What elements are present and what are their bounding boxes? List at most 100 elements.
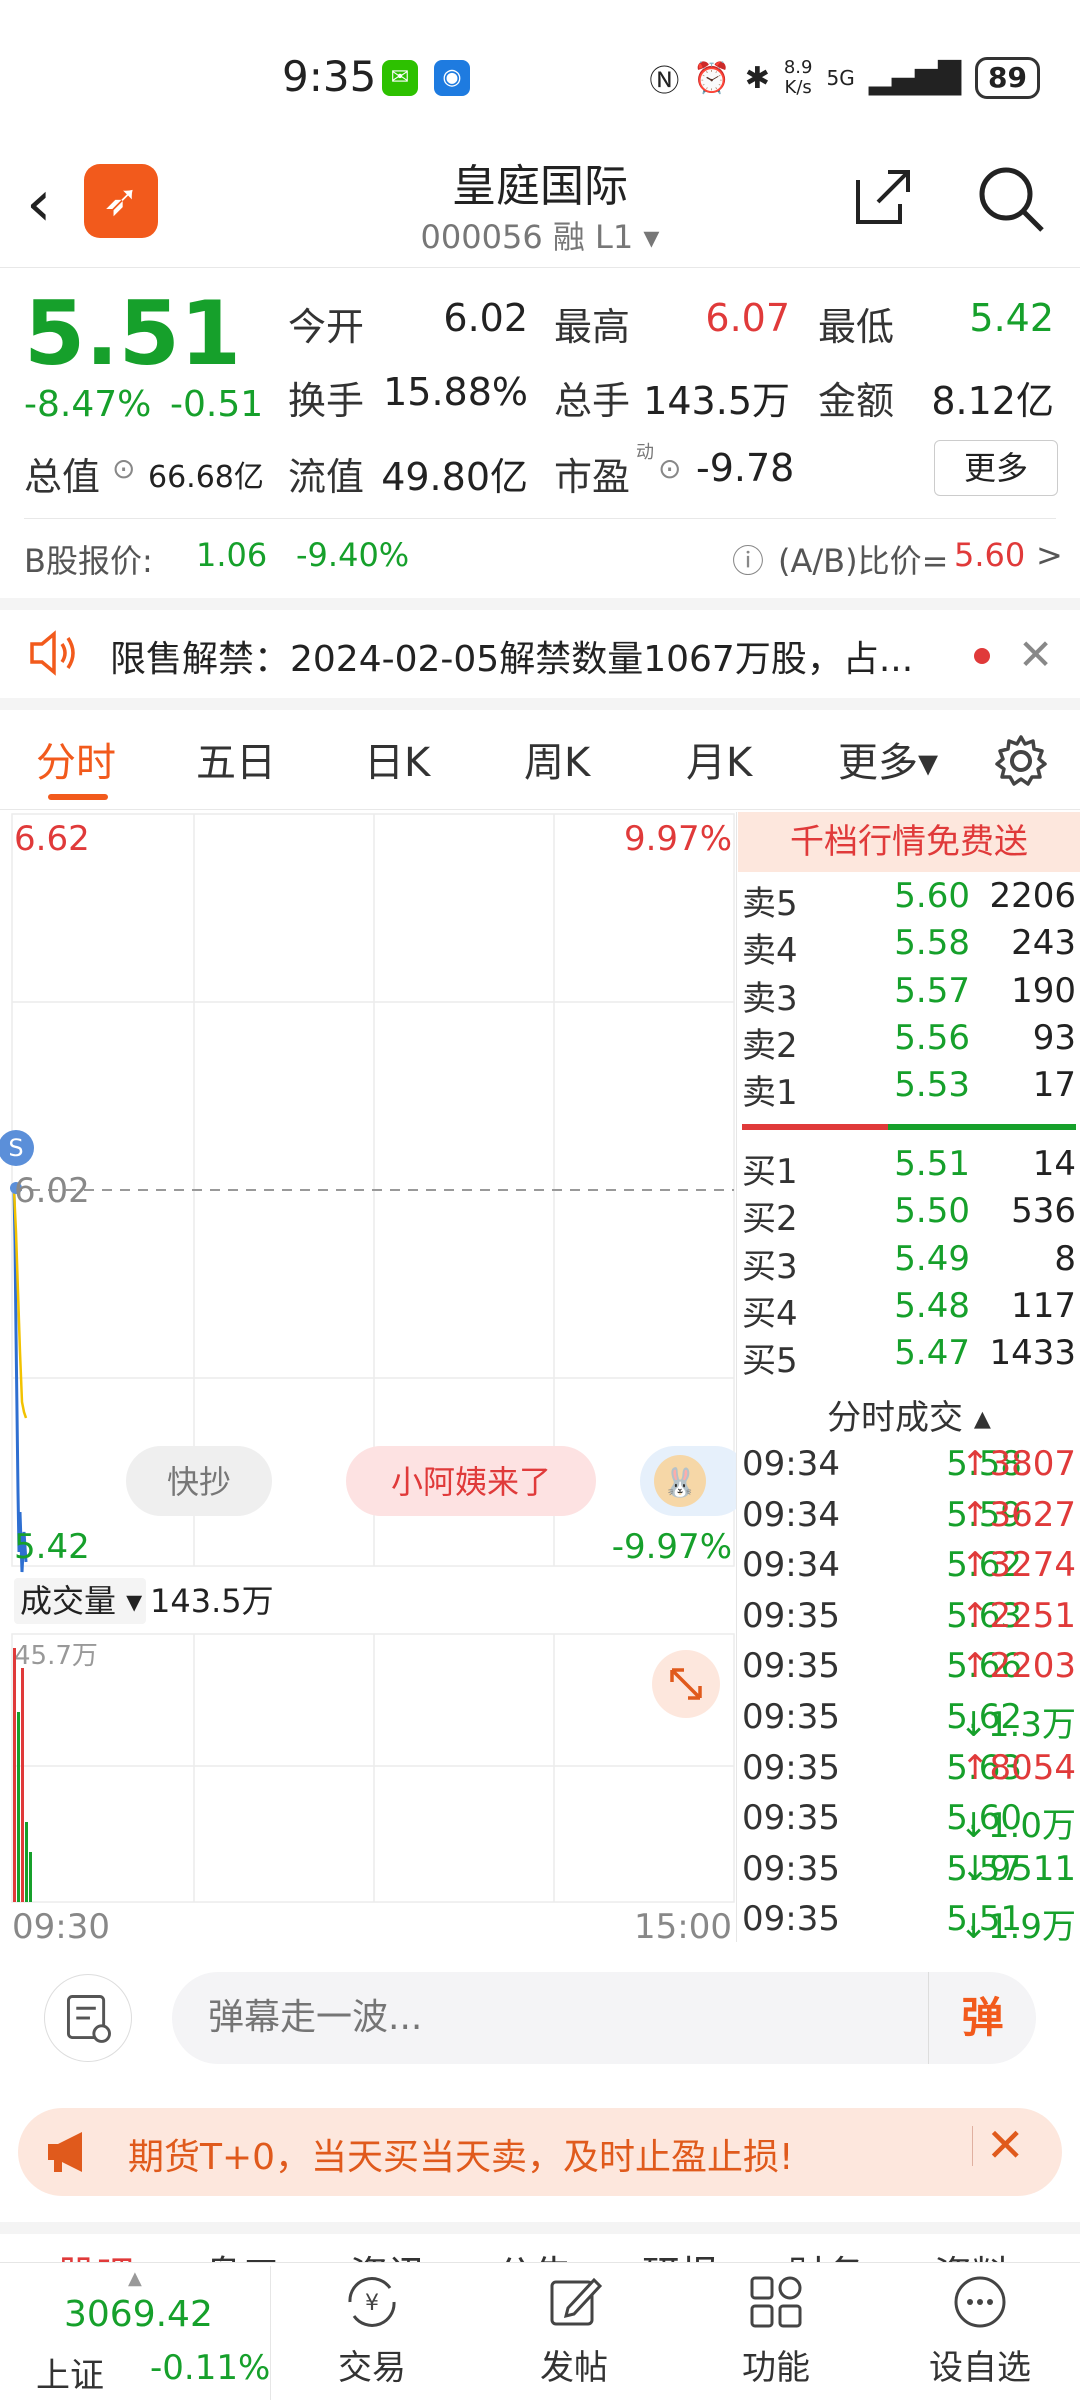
bid-pressure-bar (888, 1124, 1076, 1130)
help-icon[interactable]: ⓘ (732, 536, 764, 582)
bid-row[interactable]: 买2 5.50 536 (742, 1191, 1076, 1239)
tab-intraday[interactable]: 分时 (36, 730, 116, 788)
chart-grid (11, 813, 735, 1903)
orderbook-promo[interactable]: 千档行情免费送 (738, 812, 1080, 872)
tick-row: 09:35 5.63 ↑8054 (742, 1748, 1076, 1798)
bid-volume: 14 (1032, 1144, 1076, 1184)
gear-icon[interactable] (994, 734, 1048, 788)
ask-row[interactable]: 卖3 5.57 190 (742, 971, 1076, 1019)
tick-time: 09:35 (742, 1798, 840, 1839)
chart-bottom-pct: -9.97% (612, 1527, 732, 1567)
mktcap-value: 66.68亿 (148, 460, 264, 495)
nav-add-watchlist-label: 设自选 (929, 2348, 1031, 2388)
nfc-icon: Ⓝ (649, 64, 680, 99)
volume-bar (29, 1852, 32, 1902)
tick-row: 09:35 5.66 ↑2203 (742, 1646, 1076, 1696)
tab-weekly-k[interactable]: 周K (524, 730, 590, 788)
index-value[interactable]: 3069.42 (64, 2294, 213, 2335)
status-time: 9:35 (282, 52, 377, 101)
ask-row[interactable]: 卖1 5.53 17 (742, 1065, 1076, 1113)
more-dots-icon (954, 2276, 1006, 2328)
trade-icon: ¥ (348, 2277, 396, 2327)
volume-bar (21, 1668, 24, 1902)
time-start: 09:30 (12, 1907, 110, 1942)
search-icon[interactable] (976, 164, 1046, 234)
open-label: 今开 (288, 305, 365, 349)
status-icons: Ⓝ ⏰ ✱ 8.9 K/s 5G ▂▄▆█ 89 (649, 56, 1040, 100)
low-label: 最低 (818, 305, 895, 349)
bluetooth-icon: ✱ (744, 60, 770, 96)
subtab-research[interactable]: 研报 (642, 2244, 718, 2262)
chevron-right-icon[interactable]: > (1036, 536, 1063, 574)
bid-volume: 117 (1011, 1285, 1076, 1326)
ask-volume: 2206 (989, 876, 1076, 916)
stock-code[interactable]: 000056 融 L1 ▾ (0, 212, 1080, 258)
danmaku-settings-icon[interactable] (44, 1974, 132, 2062)
close-icon[interactable]: ✕ (1018, 630, 1053, 679)
index-change[interactable]: -0.11% (150, 2348, 270, 2388)
chart-top-price: 6.62 (14, 819, 90, 859)
high-value: 6.07 (705, 296, 790, 340)
ask-row[interactable]: 卖2 5.56 93 (742, 1018, 1076, 1066)
chart-top-pct: 9.97% (624, 819, 732, 859)
bid-price: 5.48 (894, 1285, 970, 1326)
bid-row[interactable]: 买5 5.47 1433 (742, 1333, 1076, 1381)
index-name[interactable]: 上证 (36, 2348, 104, 2397)
float-label: 流值 (288, 455, 365, 499)
change-value: -0.51 (170, 384, 264, 425)
bid-row[interactable]: 买1 5.51 14 (742, 1144, 1076, 1192)
info-icon[interactable]: ⊙ (112, 452, 135, 485)
tab-monthly-k[interactable]: 月K (686, 730, 752, 788)
subtab-announcements[interactable]: 公告 (496, 2244, 572, 2262)
tab-5day[interactable]: 五日 (196, 730, 276, 788)
tab-daily-k[interactable]: 日K (364, 730, 430, 788)
promo-text[interactable]: 期货T+0，当天买当天卖，及时止盈止损! (128, 2128, 794, 2180)
ask-price: 5.57 (894, 970, 970, 1011)
tick-row: 09:34 5.58 ↑3807 (742, 1444, 1076, 1494)
alarm-icon: ⏰ (693, 60, 731, 96)
subtab-finance[interactable]: 财务 (788, 2244, 864, 2262)
danmaku-send-button[interactable]: 弹 (928, 1972, 1036, 2064)
signal-icon: ▂▄▆█ (868, 60, 962, 96)
tick-time: 09:34 (742, 1494, 840, 1535)
tick-time: 09:35 (742, 1646, 840, 1687)
promo-close-icon[interactable]: ✕ (986, 2118, 1025, 2172)
ticks-header[interactable]: 分时成交 ▴ (742, 1390, 1076, 1439)
bid-volume: 536 (1011, 1191, 1076, 1232)
nav-trade-label: 交易 (338, 2348, 406, 2388)
more-button[interactable]: 更多 (934, 440, 1058, 496)
ab-ratio-value[interactable]: 5.60 (954, 536, 1025, 574)
nav-add-watchlist[interactable]: 设自选 (900, 2272, 1060, 2389)
tick-time: 09:35 (742, 1848, 840, 1889)
ab-ratio-label[interactable]: (A/B)比价= (778, 536, 948, 582)
signal-label: 5G (826, 66, 855, 90)
nav-divider (270, 2266, 271, 2400)
share-icon[interactable] (852, 166, 914, 228)
bshare-label: B股报价: (24, 542, 153, 580)
nav-trade[interactable]: ¥ 交易 (292, 2272, 452, 2389)
low-value: 5.42 (969, 296, 1054, 340)
subtab-news[interactable]: 资讯 (350, 2244, 426, 2262)
ask-row[interactable]: 卖4 5.58 243 (742, 923, 1076, 971)
danmaku-input[interactable] (172, 1972, 1036, 2064)
ask-row[interactable]: 卖5 5.60 2206 (742, 876, 1076, 924)
net-speed: 8.9 K/s (783, 57, 813, 98)
bshare-change: -9.40% (296, 536, 410, 574)
nav-functions[interactable]: 功能 (696, 2272, 856, 2389)
intraday-chart[interactable]: S 6.62 9.97% 6.02 5.42 -9.97% 快抄 小阿姨来了 🐰… (0, 812, 736, 1942)
subtab-forum[interactable]: 股吧 (58, 2244, 134, 2262)
bid-row[interactable]: 买4 5.48 117 (742, 1286, 1076, 1334)
tick-row: 09:34 5.62 ↑3274 (742, 1545, 1076, 1595)
subtab-profile[interactable]: 资料 (934, 2244, 1010, 2262)
pe-label: 市盈 (554, 455, 631, 499)
stock-name: 皇庭国际 (452, 161, 628, 212)
info-icon[interactable]: ⊙ (658, 452, 681, 485)
turnover-value: 15.88% (383, 370, 528, 414)
tick-volume: ↑3807 (960, 1444, 1076, 1484)
nav-post[interactable]: 发帖 (494, 2272, 654, 2389)
tab-more[interactable]: 更多▾ (838, 730, 938, 788)
subtab-handicap[interactable]: 盘口 (204, 2244, 280, 2262)
bid-row[interactable]: 买3 5.49 8 (742, 1239, 1076, 1287)
notice-text[interactable]: 限售解禁：2024-02-05解禁数量1067万股，占... (110, 630, 913, 682)
chip-aunt-label: 小阿姨来了 (391, 1463, 551, 1501)
